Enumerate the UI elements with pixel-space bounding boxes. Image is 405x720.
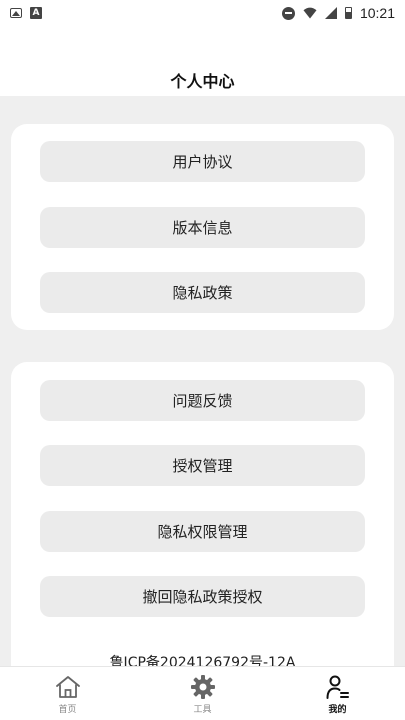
cellular-signal-icon bbox=[324, 7, 337, 19]
wifi-icon bbox=[303, 7, 317, 19]
settings-card-primary: 用户协议 版本信息 隐私政策 bbox=[11, 124, 394, 330]
tab-profile[interactable]: 我的 bbox=[270, 667, 405, 720]
home-icon bbox=[54, 673, 82, 701]
content-area[interactable]: 用户协议 版本信息 隐私政策 问题反馈 授权管理 隐私权限管理 撤回隐私政策授权… bbox=[0, 96, 405, 666]
tab-profile-label: 我的 bbox=[328, 704, 347, 715]
a-notification-icon: A bbox=[30, 7, 42, 19]
gear-icon bbox=[189, 673, 217, 701]
tab-home-label: 首页 bbox=[58, 704, 77, 715]
authorization-management-button[interactable]: 授权管理 bbox=[40, 445, 365, 486]
do-not-disturb-icon bbox=[281, 6, 295, 20]
feedback-button[interactable]: 问题反馈 bbox=[40, 380, 365, 421]
bottom-tab-bar: 首页 工具 我的 bbox=[0, 666, 405, 720]
image-notification-icon bbox=[10, 8, 22, 18]
status-time: 10:21 bbox=[359, 5, 395, 21]
tab-home[interactable]: 首页 bbox=[0, 667, 135, 720]
version-info-button[interactable]: 版本信息 bbox=[40, 207, 365, 248]
status-bar: A 10:21 bbox=[0, 0, 405, 26]
privacy-permission-management-button[interactable]: 隐私权限管理 bbox=[40, 511, 365, 552]
privacy-policy-button[interactable]: 隐私政策 bbox=[40, 272, 365, 313]
icp-license-text[interactable]: 鲁ICP备2024126792号-12A bbox=[11, 652, 394, 666]
tab-tools[interactable]: 工具 bbox=[135, 667, 270, 720]
tab-tools-label: 工具 bbox=[193, 704, 212, 715]
settings-card-secondary: 问题反馈 授权管理 隐私权限管理 撤回隐私政策授权 鲁ICP备202412679… bbox=[11, 362, 394, 666]
battery-icon bbox=[344, 7, 352, 19]
page-title: 个人中心 bbox=[170, 72, 235, 91]
profile-icon bbox=[324, 673, 352, 701]
status-bar-left: A bbox=[10, 7, 42, 19]
user-agreement-button[interactable]: 用户协议 bbox=[40, 141, 365, 182]
status-bar-right: 10:21 bbox=[281, 5, 395, 21]
revoke-privacy-authorization-button[interactable]: 撤回隐私政策授权 bbox=[40, 576, 365, 617]
